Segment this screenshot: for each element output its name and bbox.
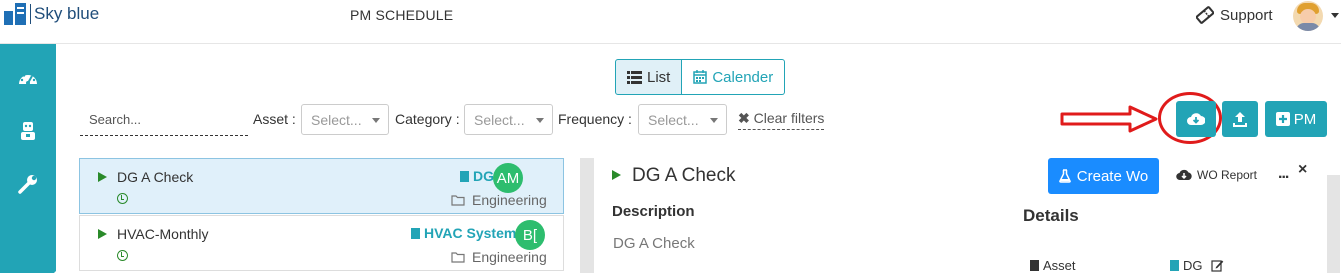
view-toggle: List Calender xyxy=(615,59,786,95)
chevron-down-icon xyxy=(372,118,380,123)
annotation-arrow xyxy=(1060,105,1158,133)
details-heading: Details xyxy=(1023,206,1079,225)
cloud-download-icon xyxy=(1187,113,1205,125)
play-icon xyxy=(612,170,621,180)
description-text: DG A Check xyxy=(613,235,695,252)
chevron-down-icon xyxy=(536,118,544,123)
pm-title: HVAC-Monthly xyxy=(117,226,209,242)
logo-icon xyxy=(4,3,28,25)
folder-icon xyxy=(451,195,465,206)
clock-icon xyxy=(117,193,128,204)
pm-title: DG A Check xyxy=(117,169,194,185)
avatar[interactable] xyxy=(1293,1,1323,31)
upload-button[interactable] xyxy=(1222,101,1258,137)
folder-icon xyxy=(451,252,465,263)
asset-field-label: Asset xyxy=(1030,258,1076,273)
list-item[interactable]: DG A Check DG AM Engineering xyxy=(79,158,564,214)
chevron-down-icon[interactable] xyxy=(1331,13,1339,18)
category-tag: Engineering xyxy=(451,192,547,208)
close-button[interactable]: × xyxy=(1298,161,1307,179)
create-wo-button[interactable]: Create Wo xyxy=(1048,158,1159,194)
app-name: Sky blue xyxy=(30,4,99,24)
asset-filter-label: Asset : xyxy=(253,111,296,127)
list-item[interactable]: HVAC-Monthly HVAC System B[ Engineering xyxy=(79,215,564,271)
category-tag: Engineering xyxy=(451,249,547,265)
asset-tag[interactable]: HVAC System xyxy=(411,225,516,241)
category-filter-select[interactable]: Select... xyxy=(464,104,553,135)
category-name: Engineering xyxy=(472,249,547,265)
support-link[interactable]: Support xyxy=(1196,6,1273,24)
plus-square-icon xyxy=(1275,112,1290,126)
asset-filter-select[interactable]: Select... xyxy=(301,104,389,135)
assignee-avatar[interactable]: B[ xyxy=(515,220,545,250)
chip-icon xyxy=(460,170,469,182)
category-filter-value: Select... xyxy=(474,112,525,128)
category-filter-label: Category : xyxy=(395,111,460,127)
asset-field-label-text: Asset xyxy=(1043,258,1076,273)
wo-report-label: WO Report xyxy=(1197,168,1258,182)
chip-icon xyxy=(1030,260,1039,271)
chip-icon xyxy=(411,227,420,239)
create-wo-label: Create Wo xyxy=(1076,167,1149,185)
sidebar xyxy=(0,44,60,277)
play-icon xyxy=(98,229,107,239)
detail-scrollbar[interactable] xyxy=(1327,175,1340,273)
close-icon: ✖ xyxy=(738,110,750,126)
calendar-view-button[interactable]: Calender xyxy=(682,59,786,95)
download-button[interactable] xyxy=(1176,101,1216,137)
app-logo[interactable]: Sky blue xyxy=(4,3,99,25)
add-pm-button[interactable]: PM xyxy=(1265,101,1327,137)
asset-field-value-text: DG xyxy=(1183,258,1203,273)
description-label: Description xyxy=(612,203,695,220)
list-view-button[interactable]: List xyxy=(615,59,683,95)
edit-icon[interactable] xyxy=(1210,259,1224,272)
search-input[interactable]: Search... xyxy=(80,104,248,136)
frequency-filter-label: Frequency : xyxy=(558,111,632,127)
support-label: Support xyxy=(1220,6,1273,24)
chevron-down-icon xyxy=(710,118,718,123)
top-bar: Sky blue PM SCHEDULE Support xyxy=(0,0,1341,44)
asset-field-value[interactable]: DG xyxy=(1170,258,1224,273)
play-icon xyxy=(98,172,107,182)
detail-title: DG A Check xyxy=(632,165,736,186)
add-pm-label: PM xyxy=(1293,110,1317,128)
asset-name: DG xyxy=(473,168,494,184)
upload-icon xyxy=(1233,112,1247,127)
calendar-icon xyxy=(693,70,708,84)
panel-scrollbar[interactable] xyxy=(580,158,594,273)
frequency-filter-value: Select... xyxy=(648,112,699,128)
wo-report-button[interactable]: WO Report xyxy=(1176,168,1257,182)
clock-icon xyxy=(117,250,128,261)
chip-icon xyxy=(1170,260,1179,271)
wrench-icon[interactable] xyxy=(17,173,39,195)
category-name: Engineering xyxy=(472,192,547,208)
cloud-download-icon xyxy=(1176,169,1192,181)
sidebar-collapse-handle[interactable] xyxy=(54,271,60,277)
list-view-label: List xyxy=(647,68,671,86)
asset-name: HVAC System xyxy=(424,225,517,241)
more-options-button[interactable]: ... xyxy=(1278,165,1289,183)
asset-filter-value: Select... xyxy=(311,112,362,128)
clear-filters-link[interactable]: ✖ Clear filters xyxy=(738,110,825,130)
clear-filters-label: Clear filters xyxy=(753,110,825,126)
robot-icon[interactable] xyxy=(17,120,39,142)
page-title: PM SCHEDULE xyxy=(350,7,454,23)
dashboard-icon[interactable] xyxy=(17,68,39,90)
asset-tag[interactable]: DG xyxy=(460,168,494,184)
assignee-avatar[interactable]: AM xyxy=(493,163,523,193)
calendar-view-label: Calender xyxy=(712,68,774,86)
list-icon xyxy=(627,70,642,84)
frequency-filter-select[interactable]: Select... xyxy=(638,104,727,135)
flask-icon xyxy=(1058,169,1071,183)
ticket-icon xyxy=(1196,6,1214,24)
